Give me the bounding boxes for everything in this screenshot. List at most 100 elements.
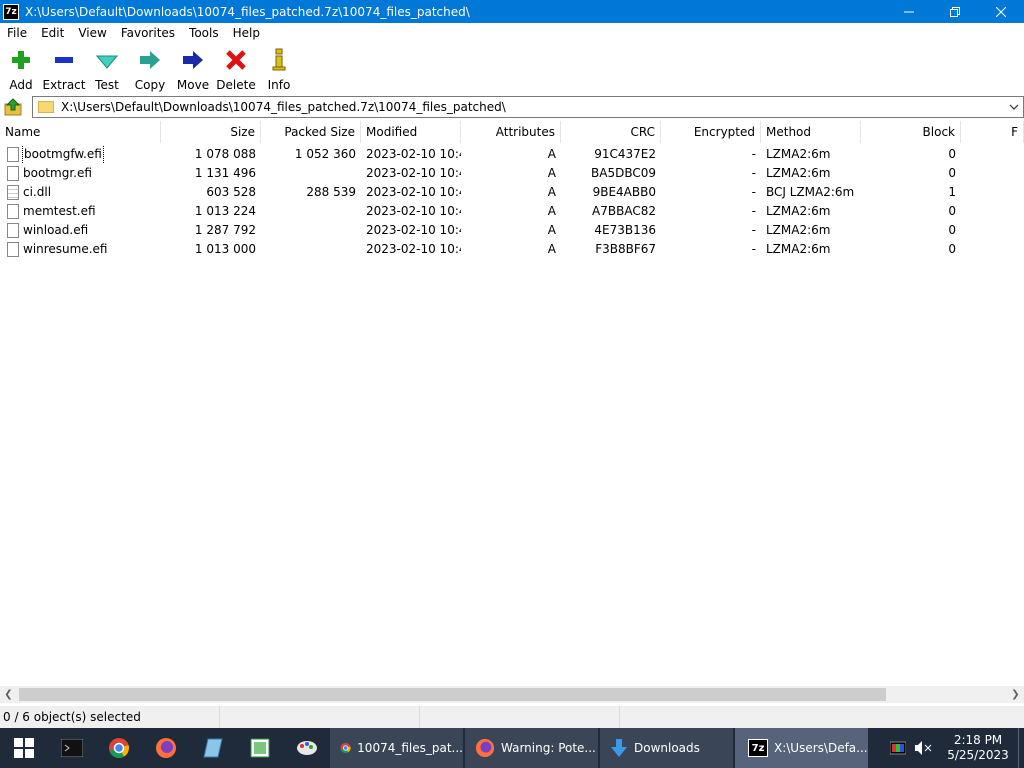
- file-crc: A7BBAC82: [592, 204, 656, 218]
- close-icon: [996, 6, 1006, 17]
- file-method: LZMA2:6m: [766, 242, 831, 256]
- spreadsheet-taskbar-button[interactable]: [236, 728, 283, 768]
- close-button[interactable]: [978, 0, 1024, 23]
- column-name[interactable]: Name: [0, 121, 161, 143]
- extract-button[interactable]: Extract: [42, 44, 86, 94]
- speaker-muted-icon[interactable]: [914, 740, 932, 756]
- file-crc: 9BE4ABB0: [592, 185, 656, 199]
- test-label: Test: [95, 78, 119, 92]
- copy-button[interactable]: Copy: [128, 44, 172, 94]
- column-packed-size[interactable]: Packed Size: [261, 121, 361, 143]
- delete-button[interactable]: Delete: [214, 44, 258, 94]
- file-name: bootmgfw.efi: [22, 145, 104, 164]
- color-tray-icon[interactable]: [890, 740, 906, 756]
- paint-icon: [296, 741, 317, 755]
- address-input[interactable]: X:\Users\Default\Downloads\10074_files_p…: [32, 96, 1024, 118]
- firefox-icon: [475, 738, 495, 758]
- plus-icon: [12, 51, 30, 69]
- file-block: 1: [948, 185, 956, 199]
- file-attributes: A: [547, 147, 556, 161]
- restore-button[interactable]: [932, 0, 978, 23]
- column-method[interactable]: Method: [761, 121, 861, 143]
- file-name: winload.efi: [23, 223, 89, 237]
- show-desktop-button[interactable]: [1018, 728, 1024, 768]
- system-tray: 2:18 PM 5/25/2023: [890, 728, 1024, 768]
- info-button[interactable]: Info: [258, 44, 300, 94]
- address-row: X:\Users\Default\Downloads\10074_files_p…: [0, 96, 1024, 118]
- move-button[interactable]: Move: [172, 44, 214, 94]
- file-packed-size: [261, 240, 361, 259]
- test-button[interactable]: Test: [86, 44, 128, 94]
- menu-edit[interactable]: Edit: [34, 23, 71, 43]
- taskbar-task-firefox[interactable]: Warning: Pote...: [465, 728, 598, 768]
- file-size: 1 078 088: [194, 147, 256, 161]
- menu-tools[interactable]: Tools: [182, 23, 226, 43]
- file-icon: [7, 223, 19, 238]
- file-modified: 2023-02-10 10:48: [366, 242, 461, 256]
- horizontal-scrollbar[interactable]: ❮ ❯: [0, 686, 1024, 703]
- scrollbar-thumb[interactable]: [19, 688, 886, 701]
- menu-view[interactable]: View: [71, 23, 113, 43]
- file-modified: 2023-02-10 10:48: [366, 166, 461, 180]
- file-method: LZMA2:6m: [766, 166, 831, 180]
- file-modified: 2023-02-10 10:48: [366, 223, 461, 237]
- column-encrypted[interactable]: Encrypted: [661, 121, 761, 143]
- title-bar[interactable]: 7z X:\Users\Default\Downloads\10074_file…: [0, 0, 1024, 23]
- taskbar-task-chrome[interactable]: 10074_files_pat...: [330, 728, 463, 768]
- chevron-down-icon[interactable]: [1008, 101, 1020, 113]
- file-block: 0: [948, 147, 956, 161]
- table-row[interactable]: memtest.efi 1 013 224 2023-02-10 10:48 A…: [0, 202, 1024, 221]
- column-f[interactable]: F: [961, 121, 1024, 143]
- start-button[interactable]: [0, 728, 48, 768]
- add-button[interactable]: Add: [0, 44, 42, 94]
- column-size[interactable]: Size: [161, 121, 261, 143]
- check-icon: [95, 55, 119, 69]
- delete-label: Delete: [216, 78, 256, 92]
- firefox-icon: [155, 738, 176, 758]
- notepad-icon: [202, 738, 223, 758]
- column-crc[interactable]: CRC: [561, 121, 661, 143]
- terminal-taskbar-button[interactable]: [48, 728, 95, 768]
- notepad-taskbar-button[interactable]: [189, 728, 236, 768]
- status-segment: [220, 706, 420, 728]
- table-row[interactable]: winload.efi 1 287 792 2023-02-10 10:48 A…: [0, 221, 1024, 240]
- window-controls: [886, 0, 1024, 23]
- file-packed-size: [261, 164, 361, 183]
- selection-status: 0 / 6 object(s) selected: [0, 706, 220, 728]
- column-attributes[interactable]: Attributes: [461, 121, 561, 143]
- column-block[interactable]: Block: [861, 121, 961, 143]
- scroll-left-icon[interactable]: ❮: [0, 686, 17, 703]
- paint-taskbar-button[interactable]: [283, 728, 330, 768]
- file-encrypted: -: [751, 166, 756, 180]
- file-packed-size: [261, 202, 361, 221]
- menu-file[interactable]: File: [0, 23, 34, 43]
- up-folder-button[interactable]: [0, 96, 26, 118]
- clock[interactable]: 2:18 PM 5/25/2023: [938, 733, 1018, 763]
- taskbar-task-7zip[interactable]: 7z X:\Users\Defa...: [735, 728, 868, 768]
- task-label: Warning: Pote...: [501, 741, 596, 755]
- 7zip-icon: 7z: [748, 739, 768, 757]
- copy-arrow-icon: [140, 51, 160, 69]
- file-packed-size: 1 052 360: [294, 147, 356, 161]
- taskbar-task-downloads[interactable]: Downloads: [600, 728, 733, 768]
- delete-x-icon: [226, 50, 246, 70]
- terminal-icon: [60, 739, 83, 757]
- move-arrow-icon: [183, 51, 203, 69]
- minus-icon: [55, 57, 73, 63]
- file-name: memtest.efi: [23, 204, 96, 218]
- task-label: Downloads: [634, 741, 700, 755]
- table-row[interactable]: winresume.efi 1 013 000 2023-02-10 10:48…: [0, 240, 1024, 259]
- table-row[interactable]: bootmgfw.efi 1 078 088 1 052 360 2023-02…: [0, 145, 1024, 164]
- table-row[interactable]: bootmgr.efi 1 131 496 2023-02-10 10:48 A…: [0, 164, 1024, 183]
- menu-favorites[interactable]: Favorites: [114, 23, 182, 43]
- chrome-taskbar-button[interactable]: [95, 728, 142, 768]
- column-modified[interactable]: Modified: [361, 121, 461, 143]
- minimize-icon: [904, 11, 914, 12]
- firefox-taskbar-button[interactable]: [142, 728, 189, 768]
- minimize-button[interactable]: [886, 0, 932, 23]
- menu-help[interactable]: Help: [226, 23, 267, 43]
- scroll-right-icon[interactable]: ❯: [1007, 686, 1024, 703]
- task-label: 10074_files_pat...: [357, 741, 463, 755]
- table-row[interactable]: ci.dll 603 528 288 539 2023-02-10 10:48 …: [0, 183, 1024, 202]
- clock-time: 2:18 PM: [953, 733, 1003, 747]
